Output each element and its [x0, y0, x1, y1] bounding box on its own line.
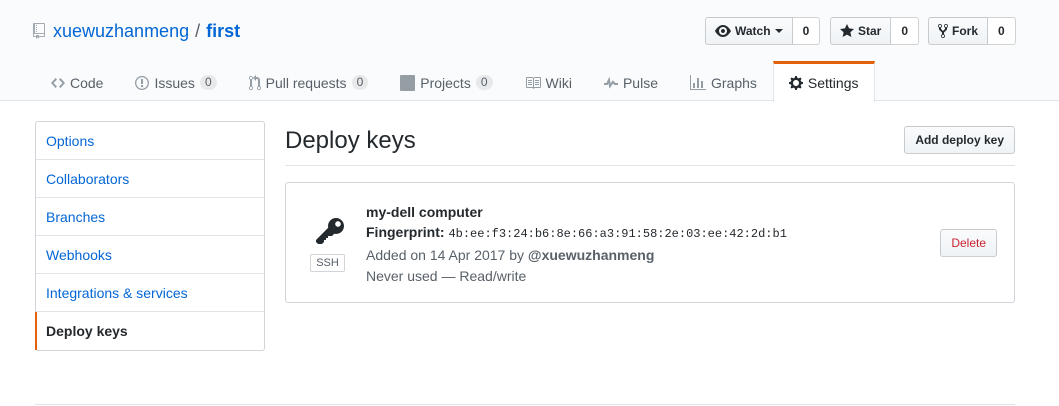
- repo-name-link[interactable]: first: [206, 21, 240, 42]
- sidebar-item-options[interactable]: Options: [36, 122, 264, 160]
- fork-group: Fork 0: [928, 17, 1016, 45]
- tab-pulse-label: Pulse: [622, 74, 658, 91]
- fork-icon: [938, 23, 948, 39]
- fingerprint-value: 4b:ee:f3:24:b6:8e:66:a3:91:58:2e:03:ee:4…: [448, 227, 787, 241]
- chevron-down-icon: [774, 29, 783, 33]
- eye-icon: [715, 25, 731, 37]
- pull-request-icon: [248, 74, 261, 90]
- key-title: my-dell computer: [366, 204, 483, 220]
- key-usage: Never used — Read/write: [366, 268, 527, 284]
- book-icon: [525, 76, 541, 89]
- tab-code[interactable]: Code: [35, 61, 119, 101]
- star-label: Star: [858, 24, 882, 38]
- key-added-date: Added on 14 Apr 2017 by: [366, 247, 525, 263]
- code-icon: [51, 77, 65, 88]
- star-icon: [840, 24, 854, 37]
- watch-button[interactable]: Watch: [705, 17, 793, 45]
- subhead: Deploy keys Add deploy key: [285, 121, 1015, 166]
- tab-graphs-label: Graphs: [710, 74, 757, 91]
- key-type-column: SSH: [310, 216, 345, 272]
- star-count[interactable]: 0: [891, 17, 920, 45]
- tab-wiki-label: Wiki: [545, 74, 572, 91]
- issue-opened-icon: [135, 75, 150, 90]
- repo-path-separator: /: [195, 20, 201, 41]
- repo-owner-link[interactable]: xuewuzhanmeng: [53, 21, 189, 42]
- fingerprint-row: Fingerprint: 4b:ee:f3:24:b6:8e:66:a3:91:…: [366, 222, 787, 245]
- issues-counter: 0: [199, 75, 217, 90]
- tab-settings[interactable]: Settings: [772, 61, 875, 102]
- fingerprint-label: Fingerprint:: [366, 224, 445, 240]
- tab-pulse[interactable]: Pulse: [588, 61, 674, 101]
- tab-settings-label: Settings: [807, 75, 859, 91]
- settings-sidebar: Options Collaborators Branches Webhooks …: [35, 121, 265, 351]
- watch-count[interactable]: 0: [792, 17, 821, 45]
- sidebar-item-branches[interactable]: Branches: [36, 198, 264, 236]
- sidebar-item-collaborators[interactable]: Collaborators: [36, 160, 264, 198]
- fork-count[interactable]: 0: [988, 17, 1016, 45]
- tab-graphs[interactable]: Graphs: [674, 61, 773, 101]
- tab-projects[interactable]: Projects 0: [384, 61, 508, 101]
- footer-divider: [35, 404, 1015, 405]
- fork-button[interactable]: Fork: [928, 17, 989, 45]
- projects-counter: 0: [475, 75, 493, 90]
- star-button[interactable]: Star: [830, 17, 892, 45]
- repo-title: xuewuzhanmeng / first: [33, 20, 240, 42]
- watch-label: Watch: [735, 24, 771, 38]
- key-added-info: Added on 14 Apr 2017 by @xuewuzhanmeng: [366, 245, 787, 266]
- sidebar-item-webhooks[interactable]: Webhooks: [36, 236, 264, 274]
- tab-pull-requests[interactable]: Pull requests 0: [233, 61, 385, 101]
- repo-header: xuewuzhanmeng / first Watch 0 Star 0 For…: [0, 0, 1059, 102]
- repo-nav: Code Issues 0 Pull requests 0 Projects 0…: [35, 61, 875, 102]
- tab-pull-requests-label: Pull requests: [265, 74, 347, 91]
- gear-icon: [788, 76, 803, 90]
- deploy-key-item: SSH my-dell computer Fingerprint: 4b:ee:…: [285, 182, 1015, 303]
- project-icon: [400, 74, 416, 91]
- sidebar-item-integrations[interactable]: Integrations & services: [36, 274, 264, 312]
- sidebar-item-deploy-keys[interactable]: Deploy keys: [35, 312, 264, 350]
- tab-projects-label: Projects: [420, 74, 471, 91]
- pulse-icon: [603, 76, 618, 89]
- star-group: Star 0: [830, 17, 920, 45]
- add-deploy-key-button[interactable]: Add deploy key: [904, 126, 1015, 154]
- watch-group: Watch 0: [705, 17, 821, 45]
- tab-code-label: Code: [70, 74, 104, 91]
- tab-issues-label: Issues: [154, 74, 195, 91]
- key-added-by: @xuewuzhanmeng: [527, 247, 655, 263]
- key-details: my-dell computer Fingerprint: 4b:ee:f3:2…: [366, 202, 787, 287]
- pull-requests-counter: 0: [351, 75, 369, 90]
- fork-label: Fork: [952, 24, 979, 38]
- key-icon: [316, 218, 344, 244]
- page-title: Deploy keys: [285, 127, 416, 154]
- tab-wiki[interactable]: Wiki: [509, 61, 588, 101]
- repo-icon: [33, 22, 47, 40]
- key-type-badge: SSH: [310, 254, 345, 272]
- delete-key-button[interactable]: Delete: [940, 229, 997, 257]
- graph-icon: [689, 74, 706, 90]
- tab-issues[interactable]: Issues 0: [119, 61, 232, 101]
